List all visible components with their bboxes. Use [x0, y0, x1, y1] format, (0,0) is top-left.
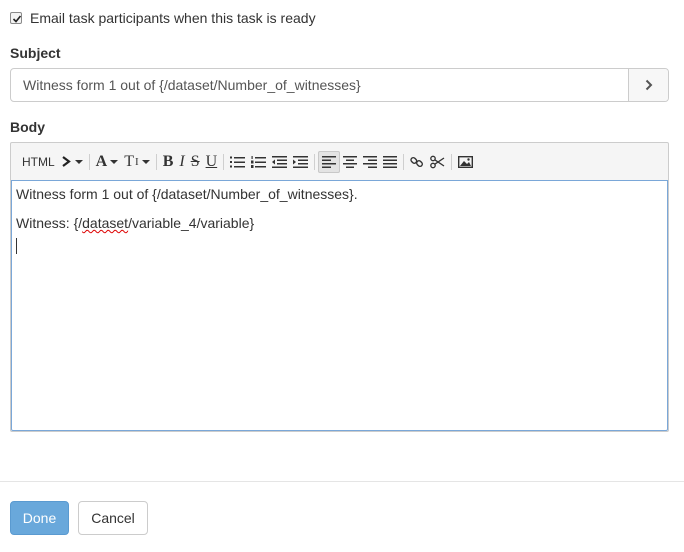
- indent-icon: [293, 155, 309, 168]
- font-size-icon: A: [95, 152, 108, 170]
- image-button[interactable]: [455, 151, 476, 173]
- strikethrough-icon: S: [190, 152, 200, 170]
- bold-button[interactable]: B: [160, 151, 177, 173]
- outdent-button[interactable]: [269, 151, 290, 173]
- strikethrough-button[interactable]: S: [188, 151, 203, 173]
- align-right-button[interactable]: [360, 151, 380, 173]
- link-icon: [410, 156, 424, 167]
- italic-button[interactable]: I: [176, 151, 187, 173]
- subject-input[interactable]: Witness form 1 out of {/dataset/Number_o…: [11, 69, 628, 101]
- align-left-button[interactable]: [318, 150, 341, 173]
- body-content[interactable]: Witness form 1 out of {/dataset/Number_o…: [11, 180, 668, 431]
- outdent-icon: [272, 155, 288, 168]
- bullet-list-button[interactable]: [227, 151, 248, 173]
- numbered-list-icon: [251, 155, 267, 168]
- expand-icon: [62, 156, 71, 167]
- font-size-button[interactable]: A: [93, 151, 122, 173]
- subject-field[interactable]: Witness form 1 out of {/dataset/Number_o…: [10, 68, 669, 102]
- unlink-button[interactable]: [427, 151, 448, 173]
- numbered-list-button[interactable]: [248, 151, 269, 173]
- align-left-icon: [322, 155, 337, 168]
- body-editor: HTML A T I B I S U Witness form 1 out of…: [10, 142, 669, 432]
- cancel-button[interactable]: Cancel: [78, 501, 148, 535]
- indent-button[interactable]: [290, 151, 311, 173]
- bullet-list-icon: [230, 156, 246, 167]
- align-center-icon: [343, 155, 358, 168]
- align-center-button[interactable]: [340, 151, 360, 173]
- subject-label: Subject: [10, 45, 61, 61]
- expand-menu-button[interactable]: [58, 151, 86, 173]
- bold-icon: B: [162, 152, 174, 170]
- footer-divider: [0, 481, 684, 482]
- justify-icon: [383, 155, 398, 168]
- link-button[interactable]: [407, 151, 427, 173]
- unlink-icon: [430, 155, 445, 168]
- body-line-2: Witness: {/dataset/variable_4/variable}: [16, 215, 255, 231]
- text-cursor: [16, 238, 17, 254]
- underline-icon: U: [205, 152, 218, 170]
- notify-checkbox[interactable]: [10, 12, 22, 24]
- notify-label: Email task participants when this task i…: [30, 10, 316, 26]
- body-line-1: Witness form 1 out of {/dataset/Number_o…: [16, 186, 358, 202]
- notify-row[interactable]: Email task participants when this task i…: [10, 10, 316, 26]
- html-button[interactable]: HTML: [19, 151, 58, 173]
- check-icon: [12, 15, 22, 23]
- chevron-right-icon: [645, 79, 652, 91]
- image-icon: [458, 155, 474, 168]
- text-transform-icon: T: [124, 152, 135, 170]
- justify-button[interactable]: [380, 151, 400, 173]
- text-transform-button[interactable]: T I: [121, 151, 152, 173]
- spellcheck-word: dataset: [82, 215, 129, 231]
- done-button[interactable]: Done: [10, 501, 69, 535]
- italic-icon: I: [179, 152, 185, 170]
- align-right-icon: [363, 155, 378, 168]
- underline-button[interactable]: U: [203, 151, 221, 173]
- subject-expand-button[interactable]: [628, 69, 668, 101]
- editor-toolbar: HTML A T I B I S U: [11, 143, 668, 180]
- body-label: Body: [10, 119, 45, 135]
